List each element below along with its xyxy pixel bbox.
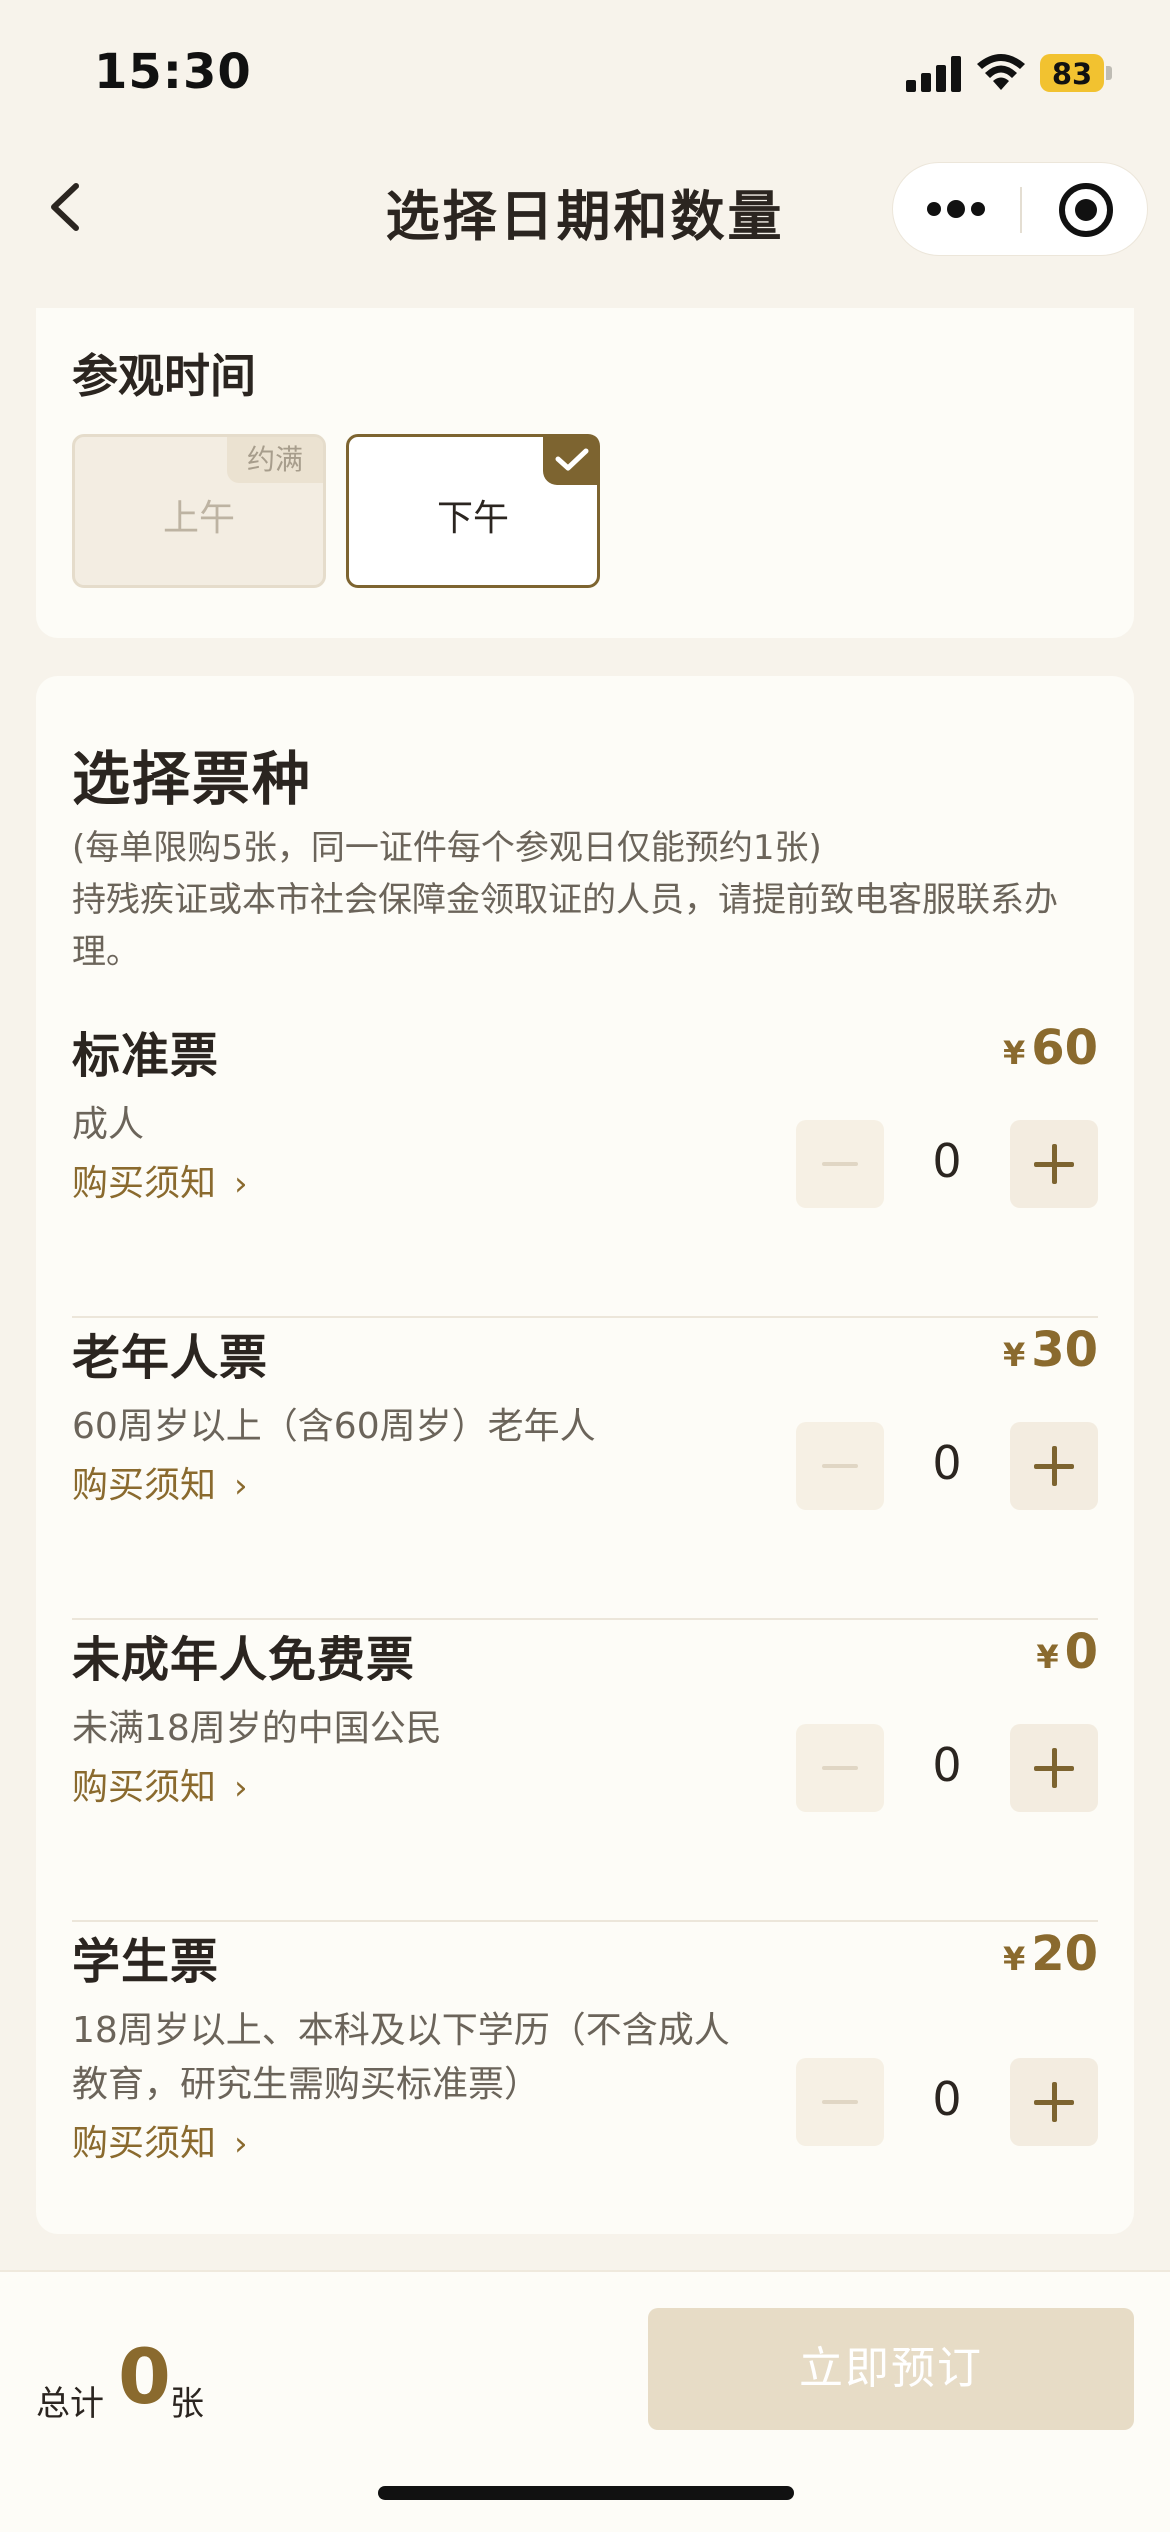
slot-label: 下午	[436, 498, 509, 539]
quantity-value: 0	[932, 1436, 962, 1490]
ticket-price: ¥60	[1002, 1020, 1098, 1076]
ticket-price: ¥0	[1036, 1624, 1098, 1680]
visit-time-title: 参观时间	[72, 349, 256, 403]
ticket-senior: 老年人票 ¥30 60周岁以上（含60周岁）老年人 购买须知 › 0	[72, 1318, 1098, 1620]
status-bar: 15:30 83	[0, 0, 1170, 150]
ticket-name: 未成年人免费票	[72, 1632, 416, 1688]
quantity-stepper: 0	[796, 2058, 1098, 2146]
chevron-right-icon: ›	[234, 1164, 248, 1204]
minus-icon	[822, 1464, 858, 1468]
minus-icon	[822, 1766, 858, 1770]
decrease-button[interactable]	[796, 1422, 884, 1510]
ticket-standard: 标准票 ¥60 成人 购买须知 › 0	[72, 1016, 1098, 1318]
quantity-value: 0	[932, 2072, 962, 2126]
ticket-student: 学生票 ¥20 18周岁以上、本科及以下学历（不含成人教育，研究生需购买标准票）…	[72, 1922, 1098, 2212]
ticket-desc: 18周岁以上、本科及以下学历（不含成人教育，研究生需购买标准票）	[72, 2010, 730, 2105]
ticket-price: ¥20	[1002, 1926, 1098, 1982]
increase-button[interactable]	[1010, 2058, 1098, 2146]
signal-icon	[906, 56, 962, 92]
home-indicator[interactable]	[378, 2486, 794, 2500]
increase-button[interactable]	[1010, 1724, 1098, 1812]
minus-icon	[822, 2100, 858, 2104]
chevron-right-icon: ›	[234, 2124, 248, 2164]
quantity-stepper: 0	[796, 1422, 1098, 1510]
status-time: 15:30	[94, 44, 252, 100]
purchase-notes-link[interactable]: 购买须知 ›	[72, 1758, 248, 1810]
ticket-minor-free: 未成年人免费票 ¥0 未满18周岁的中国公民 购买须知 › 0	[72, 1620, 1098, 1922]
increase-button[interactable]	[1010, 1422, 1098, 1510]
nav-bar: 选择日期和数量	[0, 150, 1170, 300]
total-unit: 张	[170, 2384, 204, 2424]
slot-morning[interactable]: 约满 上午	[72, 434, 326, 588]
quantity-value: 0	[932, 1738, 962, 1792]
capsule-divider	[1020, 187, 1022, 233]
ticket-desc: 未满18周岁的中国公民	[72, 1708, 442, 1749]
ticket-desc: 成人	[72, 1104, 145, 1145]
increase-button[interactable]	[1010, 1120, 1098, 1208]
ticket-name: 标准票	[72, 1028, 220, 1084]
quantity-stepper: 0	[796, 1724, 1098, 1812]
ticket-types-card: 选择票种 (每单限购5张，同一证件每个参观日仅能预约1张) 持残疾证或本市社会保…	[36, 676, 1134, 2234]
total-count: 0	[118, 2332, 171, 2421]
battery-level: 83	[1051, 57, 1093, 91]
ticket-name: 学生票	[72, 1934, 220, 1990]
ticket-desc: 60周岁以上（含60周岁）老年人	[72, 1406, 596, 1447]
decrease-button[interactable]	[796, 1120, 884, 1208]
chevron-right-icon: ›	[234, 1768, 248, 1808]
more-icon[interactable]	[927, 193, 987, 227]
chevron-right-icon: ›	[234, 1466, 248, 1506]
slot-label: 上午	[162, 498, 235, 539]
purchase-notes-link[interactable]: 购买须知 ›	[72, 1456, 248, 1508]
battery-icon: 83	[1040, 54, 1112, 92]
ticket-section-title: 选择票种	[72, 745, 313, 813]
close-miniprogram-icon[interactable]	[1059, 183, 1113, 237]
decrease-button[interactable]	[796, 1724, 884, 1812]
ticket-name: 老年人票	[72, 1330, 269, 1386]
visit-time-card: 参观时间 约满 上午 下午	[36, 308, 1134, 638]
decrease-button[interactable]	[796, 2058, 884, 2146]
quantity-value: 0	[932, 1134, 962, 1188]
miniprogram-capsule	[892, 162, 1148, 256]
ticket-price: ¥30	[1002, 1322, 1098, 1378]
purchase-notes-link[interactable]: 购买须知 ›	[72, 1154, 248, 1206]
wifi-icon	[977, 54, 1025, 90]
full-badge: 约满	[227, 437, 323, 483]
minus-icon	[822, 1162, 858, 1166]
book-now-button[interactable]: 立即预订	[648, 2308, 1134, 2430]
slot-afternoon[interactable]: 下午	[346, 434, 600, 588]
total-label: 总计	[36, 2384, 104, 2424]
purchase-notice: (每单限购5张，同一证件每个参观日仅能预约1张) 持残疾证或本市社会保障金领取证…	[72, 828, 1058, 972]
check-icon	[543, 435, 599, 485]
quantity-stepper: 0	[796, 1120, 1098, 1208]
purchase-notes-link[interactable]: 购买须知 ›	[72, 2114, 248, 2166]
